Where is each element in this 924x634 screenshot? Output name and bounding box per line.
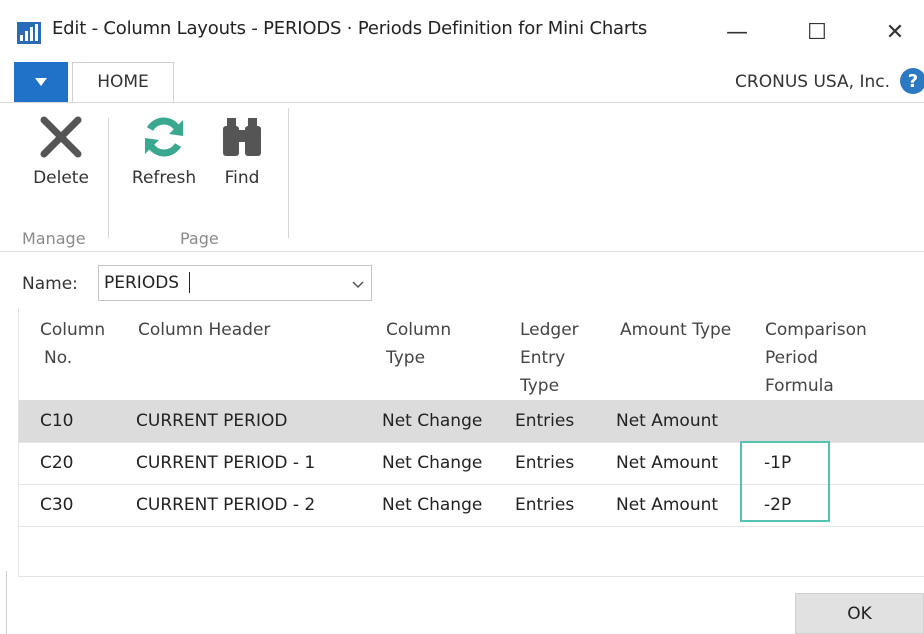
header-line: Comparison [765, 320, 867, 340]
header-line: Column [40, 320, 106, 340]
header-comparison-period-formula[interactable]: Comparison Period Formula [765, 316, 867, 400]
window-left-edge [6, 571, 7, 634]
cell-ledger-entry-type[interactable]: Entries [515, 484, 574, 526]
formula-highlight-box [740, 441, 830, 522]
row-divider [19, 526, 924, 527]
header-line: No. [44, 348, 73, 368]
cell-column-type[interactable]: Net Change [382, 400, 482, 442]
binoculars-icon [223, 118, 261, 156]
ok-button[interactable]: OK [795, 593, 924, 634]
cell-column-no[interactable]: C20 [40, 442, 74, 484]
cell-column-header[interactable]: CURRENT PERIOD - 2 [136, 484, 315, 526]
header-line: Ledger [520, 320, 579, 340]
find-button[interactable]: Find [212, 112, 272, 188]
cell-amount-type[interactable]: Net Amount [616, 400, 718, 442]
maximize-button[interactable]: ☐ [792, 10, 842, 54]
header-column-header[interactable]: Column Header [138, 316, 270, 344]
window-title: Edit - Column Layouts - PERIODS · Period… [52, 18, 648, 39]
group-label-manage: Manage [22, 229, 86, 248]
cell-amount-type[interactable]: Net Amount [616, 442, 718, 484]
header-column-type[interactable]: Column Type [386, 316, 451, 372]
minimize-button[interactable]: — [712, 10, 762, 54]
header-line: Formula [765, 376, 834, 396]
help-icon[interactable]: ? [900, 68, 924, 94]
header-line: Column Header [138, 320, 271, 340]
group-separator [288, 108, 289, 238]
delete-x-icon [40, 116, 82, 158]
find-label: Find [224, 168, 260, 188]
header-column-no[interactable]: Column No. [40, 316, 105, 372]
cell-column-header[interactable]: CURRENT PERIOD [136, 400, 287, 442]
header-line: Type [520, 376, 560, 396]
cell-column-header[interactable]: CURRENT PERIOD - 1 [136, 442, 315, 484]
header-line: Period [765, 348, 819, 368]
chevron-down-icon [35, 78, 47, 86]
app-icon [17, 22, 41, 44]
chevron-down-icon[interactable] [352, 278, 364, 292]
group-label-page: Page [180, 229, 219, 248]
delete-label: Delete [33, 168, 89, 188]
header-line: Column [386, 320, 452, 340]
name-value: PERIODS [104, 273, 180, 293]
refresh-label: Refresh [131, 168, 197, 188]
cell-column-no[interactable]: C10 [40, 400, 74, 442]
cell-column-no[interactable]: C30 [40, 484, 74, 526]
name-label: Name: [22, 274, 78, 294]
cell-ledger-entry-type[interactable]: Entries [515, 442, 574, 484]
cell-column-type[interactable]: Net Change [382, 442, 482, 484]
header-line: Amount Type [620, 320, 732, 340]
application-menu-button[interactable] [14, 62, 68, 102]
refresh-icon [145, 117, 183, 157]
header-ledger-entry-type[interactable]: Ledger Entry Type [520, 316, 579, 400]
delete-button[interactable]: Delete [22, 112, 100, 188]
cell-ledger-entry-type[interactable]: Entries [515, 400, 574, 442]
table-row[interactable]: C10 CURRENT PERIOD Net Change Entries Ne… [19, 400, 924, 442]
cell-amount-type[interactable]: Net Amount [616, 484, 718, 526]
close-button[interactable]: ✕ [870, 10, 920, 54]
cell-column-type[interactable]: Net Change [382, 484, 482, 526]
tab-home[interactable]: HOME [72, 62, 174, 102]
company-name: CRONUS USA, Inc. [735, 72, 890, 92]
text-caret [189, 272, 190, 293]
header-line: Entry [520, 348, 566, 368]
header-amount-type[interactable]: Amount Type [620, 316, 731, 344]
refresh-button[interactable]: Refresh [124, 112, 204, 188]
group-separator [108, 118, 109, 238]
header-line: Type [386, 348, 426, 368]
